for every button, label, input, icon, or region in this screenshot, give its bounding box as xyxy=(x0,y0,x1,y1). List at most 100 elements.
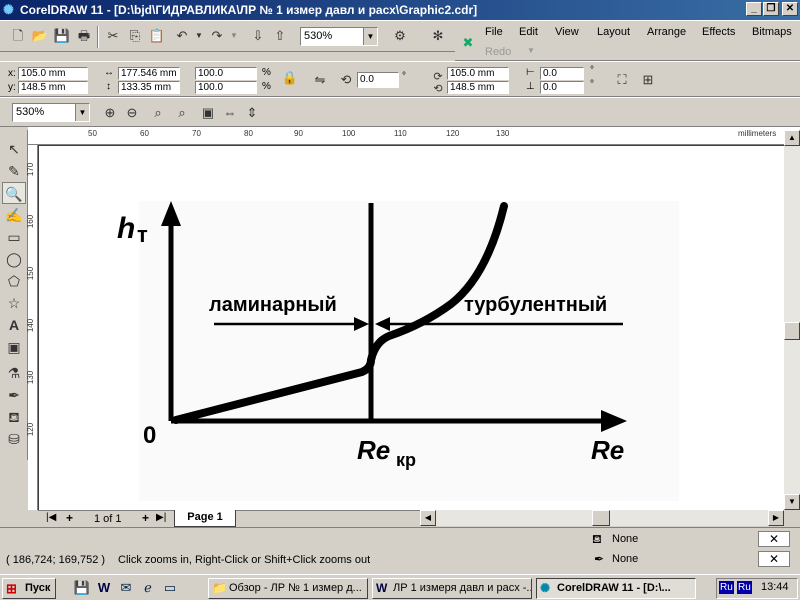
quicklaunch-outlook-icon[interactable]: ✉ xyxy=(116,578,136,598)
zoom-in-icon[interactable]: ⊕ xyxy=(100,103,120,123)
document-icon: ✖ xyxy=(462,35,474,50)
language-indicator[interactable]: Ru xyxy=(719,581,734,594)
menu-effects[interactable]: Effects xyxy=(702,26,735,38)
freehand-tool-icon[interactable]: ✍ xyxy=(2,204,26,226)
quicklaunch-browser-icon[interactable]: ℯ xyxy=(138,578,158,598)
restore-button[interactable]: ❐ xyxy=(763,2,779,16)
menu-bitmaps[interactable]: Bitmaps xyxy=(752,26,792,38)
quicklaunch-word-icon[interactable]: W xyxy=(94,578,114,598)
new-icon[interactable]: 🗋 xyxy=(8,26,28,46)
coreldraw-app-icon[interactable]: ✺ xyxy=(3,3,17,17)
rotate-icon[interactable]: ⟲ xyxy=(336,70,356,90)
vertical-scrollbar[interactable]: ▲ ▼ xyxy=(784,130,800,510)
eyedropper-tool-icon[interactable]: ⚗ xyxy=(2,362,26,384)
scroll-right-icon[interactable]: ▶ xyxy=(768,510,784,526)
drawing-canvas[interactable]: h т 0 Re Re кр ламинарный турбулентный xyxy=(38,145,784,510)
menu-arrange[interactable]: Arrange xyxy=(647,26,686,38)
mirror-icon[interactable]: ⇋ xyxy=(310,70,330,90)
title-bar[interactable]: ✺ CorelDRAW 11 - [D:\bjd\ГИДРАВЛИКА\ЛР №… xyxy=(0,0,800,20)
fill-tool-icon[interactable]: ⛾ xyxy=(2,406,26,428)
scroll-down-icon[interactable]: ▼ xyxy=(784,494,800,510)
h-ruler-tick: 110 xyxy=(394,129,407,138)
zoom-selected-icon[interactable]: ⌕ xyxy=(148,103,168,123)
page-tab[interactable]: Page 1 xyxy=(174,510,236,527)
print-icon[interactable]: 🖶 xyxy=(74,26,94,46)
y-position-field[interactable]: 148.5 mm xyxy=(18,81,88,94)
scale-with-image-icon[interactable]: ⛶ xyxy=(612,70,632,90)
interactive-tool-icon[interactable]: ⛁ xyxy=(2,428,26,450)
last-page-icon[interactable]: ▶| xyxy=(156,512,166,523)
height-field[interactable]: 133.35 mm xyxy=(118,81,180,94)
scroll-left-icon[interactable]: ◀ xyxy=(420,510,436,526)
zoom-page-icon[interactable]: ▣ xyxy=(198,103,218,123)
horizontal-scroll-thumb[interactable] xyxy=(592,510,610,526)
zoom-combo[interactable]: 530% ▼ xyxy=(12,103,90,122)
menu-view[interactable]: View xyxy=(555,26,579,38)
menu-redo[interactable]: Redo xyxy=(485,46,511,58)
width-field[interactable]: 177.546 mm xyxy=(118,67,180,80)
interactive-fill-tool-icon[interactable]: ▣ xyxy=(2,336,26,358)
transform-position-icon[interactable]: ⊞ xyxy=(638,70,658,90)
lock-ratio-icon[interactable]: 🔒 xyxy=(280,68,300,88)
horizontal-scrollbar[interactable]: ◀ ▶ xyxy=(420,510,784,526)
task-coreldraw[interactable]: ✺ CorelDRAW 11 - [D:\... xyxy=(536,578,696,599)
start-button[interactable]: ⊞ Пуск xyxy=(2,578,56,599)
vertical-ruler[interactable]: 170 160 150 140 130 120 xyxy=(26,145,38,510)
zoom-page-width-icon[interactable]: ⇔ xyxy=(220,103,240,123)
cut-icon[interactable]: ✂ xyxy=(103,26,123,46)
add-page-before-icon[interactable]: + xyxy=(66,511,73,525)
scale-width-field[interactable]: 100.0 xyxy=(195,67,257,80)
save-icon[interactable]: 💾 xyxy=(52,26,72,46)
paste-icon[interactable]: 📋 xyxy=(147,26,167,46)
rotation-center-x-field[interactable]: 105.0 mm xyxy=(447,67,509,80)
skew-horizontal-field[interactable]: 0.0 xyxy=(540,67,584,80)
quicklaunch-desktop-icon[interactable]: ▭ xyxy=(160,578,180,598)
undo-dropdown-icon[interactable]: ▼ xyxy=(189,26,209,46)
shape-tool-icon[interactable]: ✎ xyxy=(2,160,26,182)
basic-shapes-tool-icon[interactable]: ☆ xyxy=(2,292,26,314)
text-tool-icon[interactable]: A xyxy=(2,314,26,336)
x-position-field[interactable]: 105.0 mm xyxy=(18,67,88,80)
task-explorer[interactable]: 📁 Обзор - ЛР № 1 измер д... xyxy=(208,578,368,599)
outline-tool-icon[interactable]: ✒ xyxy=(2,384,26,406)
rotation-center-y-field[interactable]: 148.5 mm xyxy=(447,81,509,94)
rectangle-tool-icon[interactable]: ▭ xyxy=(2,226,26,248)
zoom-level-combo[interactable]: 530% ▼ xyxy=(300,27,378,46)
zoom-all-objects-icon[interactable]: ⌕ xyxy=(172,103,192,123)
open-icon[interactable]: 📂 xyxy=(30,26,50,46)
standard-toolbar: 🗋 📂 💾 🖶 ✂ ⎘ 📋 ↶ ▼ ↷ ▼ ⇩ ⇧ 530% ▼ ⚙ ✻ xyxy=(0,20,455,52)
menu-layout[interactable]: Layout xyxy=(597,26,630,38)
corel-online-icon[interactable]: ✻ xyxy=(428,26,448,46)
outline-swatch[interactable]: ✕ xyxy=(758,551,790,567)
export-icon[interactable]: ⇧ xyxy=(270,26,290,46)
minimize-button[interactable]: _ xyxy=(746,2,762,16)
chevron-down-icon[interactable]: ▼ xyxy=(75,104,89,121)
close-button[interactable]: ✕ xyxy=(782,2,798,16)
ellipse-tool-icon[interactable]: ◯ xyxy=(2,248,26,270)
application-launcher-icon[interactable]: ⚙ xyxy=(390,26,410,46)
scroll-up-icon[interactable]: ▲ xyxy=(784,130,800,146)
skew-vertical-field[interactable]: 0.0 xyxy=(540,81,584,94)
horizontal-ruler[interactable]: 50 60 70 80 90 100 110 120 130 millimete… xyxy=(28,127,800,145)
zoom-out-icon[interactable]: ⊖ xyxy=(122,103,142,123)
first-page-icon[interactable]: |◀ xyxy=(46,512,56,523)
pick-tool-icon[interactable]: ↖ xyxy=(2,138,26,160)
vertical-scroll-thumb[interactable] xyxy=(784,322,800,340)
zoom-page-height-icon[interactable]: ⇕ xyxy=(242,103,262,123)
copy-icon[interactable]: ⎘ xyxy=(125,26,145,46)
rotation-angle-field[interactable]: 0.0 xyxy=(357,72,399,88)
menu-file[interactable]: File xyxy=(485,26,503,38)
redo-menu-chevron-icon[interactable]: ▼ xyxy=(527,46,535,55)
menu-edit[interactable]: Edit xyxy=(519,26,538,38)
import-icon[interactable]: ⇩ xyxy=(248,26,268,46)
zoom-tool-icon[interactable]: 🔍 xyxy=(2,182,26,204)
quicklaunch-save-icon[interactable]: 💾 xyxy=(72,578,92,598)
fill-swatch[interactable]: ✕ xyxy=(758,531,790,547)
language-indicator-2[interactable]: Ru xyxy=(737,581,752,594)
polygon-tool-icon[interactable]: ⬠ xyxy=(2,270,26,292)
redo-dropdown-icon[interactable]: ▼ xyxy=(224,26,244,46)
add-page-after-icon[interactable]: + xyxy=(142,511,149,525)
scale-height-field[interactable]: 100.0 xyxy=(195,81,257,94)
chevron-down-icon[interactable]: ▼ xyxy=(363,28,377,45)
task-word[interactable]: W ЛР 1 измеря давл и расх -... xyxy=(372,578,532,599)
